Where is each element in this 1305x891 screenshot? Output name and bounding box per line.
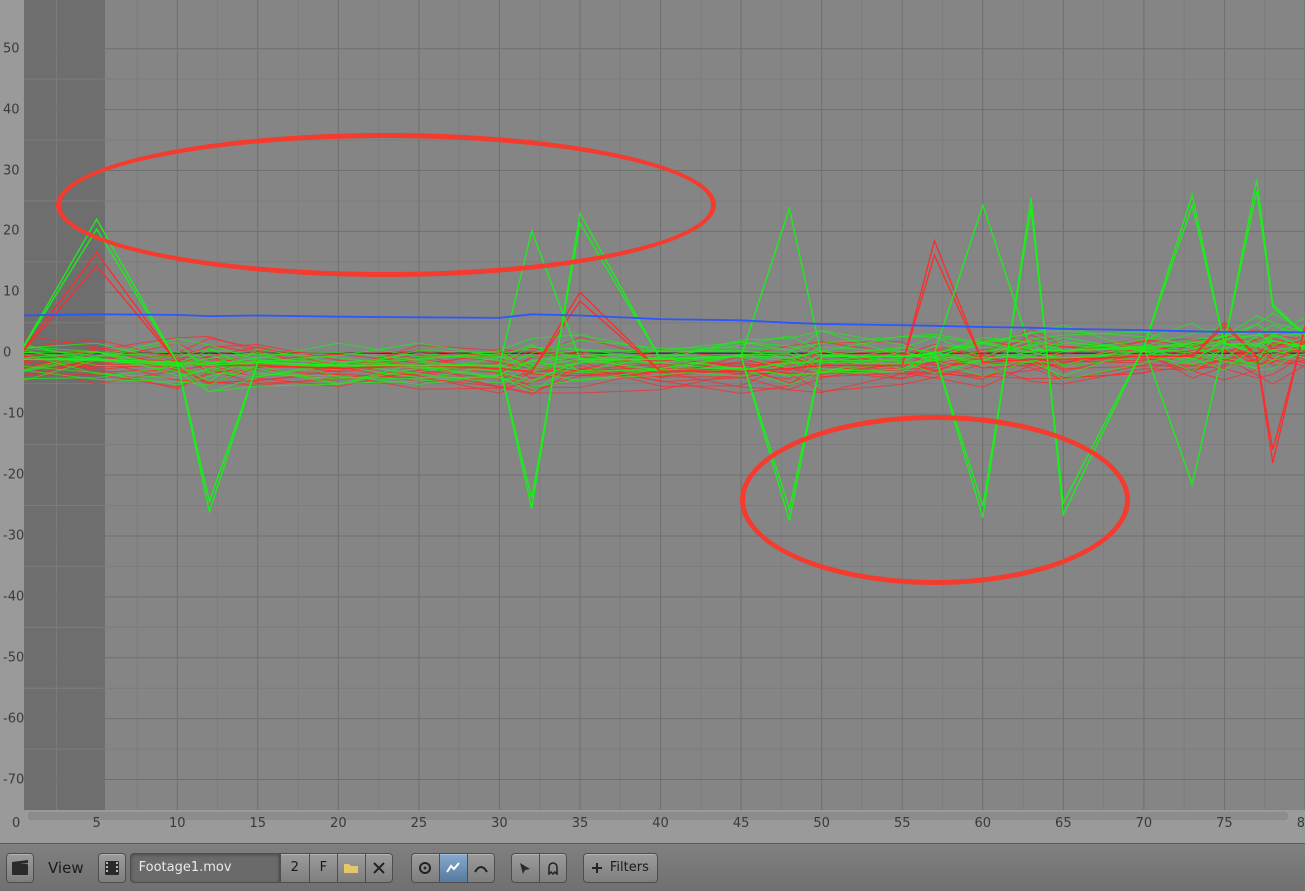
x-axis-ruler[interactable]: 0 5 10 15 20 25 30 35 40 45 50 55 60 65 70 75 80	[0, 810, 1305, 843]
users-count-value: 2	[291, 860, 299, 875]
clip-name-text: Footage1.mov	[139, 860, 232, 875]
film-icon	[103, 859, 121, 877]
cursor-icon	[518, 861, 532, 875]
snap-icon	[417, 860, 433, 876]
y-tick-label: -60	[3, 711, 24, 726]
y-tick-label: 20	[3, 224, 20, 239]
close-icon	[372, 861, 386, 875]
cursor-button[interactable]	[511, 853, 539, 883]
fake-user-button[interactable]: F	[309, 853, 337, 883]
datablock-controls: Footage1.mov 2 F	[130, 853, 393, 883]
filters-label: Filters	[610, 860, 649, 875]
y-tick-label: 30	[3, 163, 20, 178]
y-tick-label: -10	[3, 407, 24, 422]
use-normalization-button[interactable]	[411, 853, 439, 883]
x-tick-label: 55	[894, 816, 911, 831]
x-tick-label: 75	[1216, 816, 1233, 831]
clapperboard-icon	[11, 859, 29, 877]
open-clip-button[interactable]	[337, 853, 365, 883]
y-tick-label: 50	[3, 41, 20, 56]
filters-button[interactable]: Filters	[583, 853, 658, 883]
x-tick-label: 60	[974, 816, 991, 831]
graph-canvas	[0, 0, 1305, 810]
y-tick-label: -20	[3, 468, 24, 483]
x-tick-label: 80	[1297, 816, 1305, 831]
ghost-button[interactable]	[539, 853, 567, 883]
graph-editor-area[interactable]: 50 40 30 20 10 0 -10 -20 -30 -40 -50 -60 -70 0 5 10 15 2…	[0, 0, 1305, 843]
x-tick-label: 30	[491, 816, 508, 831]
clip-name-field[interactable]: Footage1.mov	[130, 853, 280, 883]
x-tick-label: 45	[733, 816, 750, 831]
annotation-ellipse-upper	[56, 133, 716, 277]
y-tick-label: -30	[3, 528, 24, 543]
folder-icon	[343, 860, 359, 876]
editor-type-dropdown[interactable]	[6, 853, 34, 883]
editor-header: View Footage1.mov 2 F	[0, 843, 1305, 891]
y-axis-ruler[interactable]: 50 40 30 20 10 0 -10 -20 -30 -40 -50 -60 -70	[0, 0, 24, 810]
y-tick-label: 0	[3, 346, 11, 361]
cursor-group	[511, 853, 567, 883]
ghost-icon	[546, 861, 560, 875]
y-tick-label: -40	[3, 589, 24, 604]
fake-user-label: F	[320, 860, 327, 875]
x-tick-label: 0	[12, 816, 20, 831]
graph-display-icon	[445, 860, 461, 876]
x-tick-label: 25	[411, 816, 428, 831]
unlink-clip-button[interactable]	[365, 853, 393, 883]
y-tick-label: -50	[3, 650, 24, 665]
curve-icon	[473, 860, 489, 876]
x-tick-label: 65	[1055, 816, 1072, 831]
x-tick-label: 50	[813, 816, 830, 831]
show-handles-button[interactable]	[467, 853, 495, 883]
lock-view-button[interactable]	[439, 853, 467, 883]
x-tick-label: 15	[249, 816, 266, 831]
y-tick-label: 40	[3, 102, 20, 117]
y-tick-label: -70	[3, 772, 24, 787]
x-tick-label: 10	[169, 816, 186, 831]
x-tick-label: 5	[93, 816, 101, 831]
x-tick-label: 40	[652, 816, 669, 831]
annotation-ellipse-lower	[740, 415, 1130, 585]
users-count[interactable]: 2	[280, 853, 309, 883]
x-tick-label: 35	[572, 816, 589, 831]
plus-icon	[590, 861, 604, 875]
pivot-group	[411, 853, 495, 883]
browse-movieclip-button[interactable]	[98, 853, 126, 883]
x-tick-label: 20	[330, 816, 347, 831]
y-tick-label: 10	[3, 285, 20, 300]
view-menu[interactable]: View	[38, 859, 94, 877]
x-tick-label: 70	[1136, 816, 1153, 831]
